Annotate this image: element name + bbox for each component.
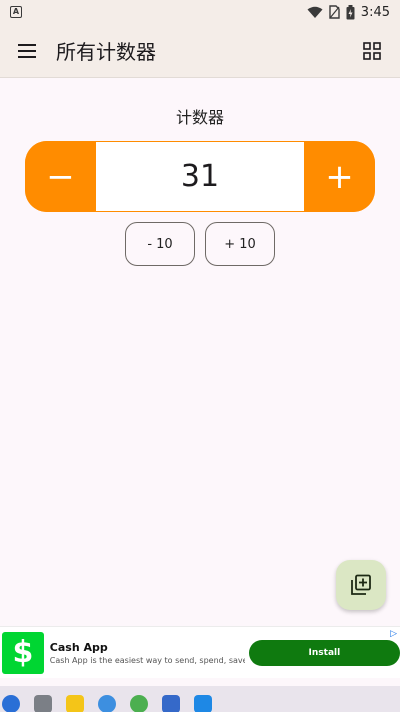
counter-name: 计数器 [175,108,224,127]
status-icons: 3:45 [307,4,390,20]
ad-logo: $ [2,631,44,674]
add-counter-button[interactable] [336,560,386,610]
ad-text: Cash App Cash App is the easiest way to … [50,641,245,665]
menu-button[interactable] [14,38,40,64]
dock-app-icon[interactable] [34,695,52,712]
dock-app-icon[interactable] [66,695,84,712]
status-time: 3:45 [360,4,390,20]
increment-button[interactable]: + [304,141,375,212]
dock-app-icon[interactable] [162,695,180,712]
grid-view-button[interactable] [358,37,386,65]
dock-app-icon[interactable] [2,695,20,712]
minus-ten-button[interactable]: - 10 [125,222,195,266]
counter-value: 31 [96,141,304,212]
page-title: 所有计数器 [56,40,156,64]
dock-strip [0,686,400,712]
add-counter-icon [351,574,371,595]
ad-banner[interactable]: $ Cash App Cash App is the easiest way t… [0,626,400,678]
ad-title: Cash App [49,640,108,654]
ad-install-button[interactable]: Install [248,639,400,666]
top-app-bar: 所有计数器 [0,24,400,78]
status-bar: A 3:45 [0,0,400,24]
step-buttons: - 10 + 10 [0,222,400,266]
battery-icon [346,4,355,19]
wifi-icon [307,6,323,18]
ad-choices-icon[interactable]: ▷ [390,629,397,639]
menu-icon [18,43,36,58]
dock-app-icon[interactable] [130,695,148,712]
sim-icon [329,5,340,19]
app-notification-icon: A [10,6,22,18]
grid-view-icon [363,41,381,60]
ad-description: Cash App is the easiest way to send, spe… [49,655,245,665]
plus-ten-button[interactable]: + 10 [205,222,275,266]
decrement-button[interactable]: − [25,141,96,212]
dock-app-icon[interactable] [98,695,116,712]
dock-app-icon[interactable] [194,695,212,712]
counter-control: − 31 + [25,141,375,212]
